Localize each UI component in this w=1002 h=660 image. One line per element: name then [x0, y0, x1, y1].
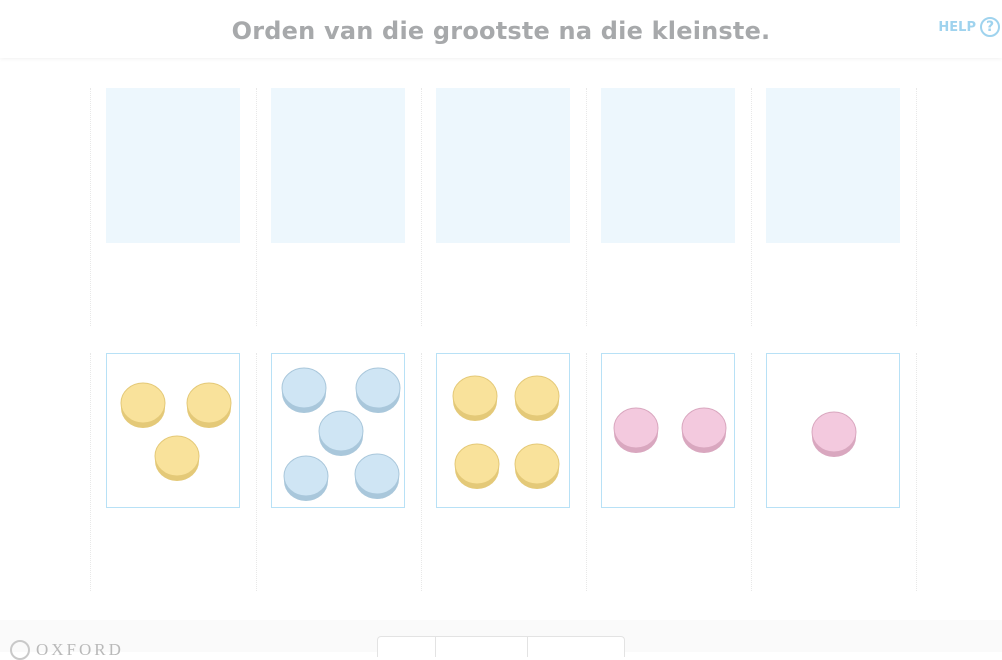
pink-counter-icon: [613, 407, 659, 453]
counters-group: [452, 375, 560, 489]
top-bar: Orden van die grootste na die kleinste. …: [0, 0, 1002, 58]
counters-group: [281, 367, 401, 501]
blue-counter-icon: [281, 367, 327, 413]
counters-group: [613, 407, 727, 453]
footer-button[interactable]: [436, 637, 528, 657]
column-divider: [751, 353, 752, 591]
counter-card-2[interactable]: [271, 353, 405, 508]
instruction-title: Orden van die grootste na die kleinste.: [231, 17, 771, 45]
blue-counter-icon: [354, 453, 400, 499]
counter-card-4[interactable]: [601, 353, 735, 508]
answer-slot-2[interactable]: [271, 88, 405, 243]
yellow-counter-icon: [514, 443, 560, 489]
column-divider: [421, 88, 422, 326]
column-divider: [586, 88, 587, 326]
column-divider: [916, 353, 917, 591]
help-button[interactable]: HELP ?: [938, 17, 1000, 37]
counter-card-5[interactable]: [766, 353, 900, 508]
help-icon: ?: [980, 17, 1000, 37]
yellow-counter-icon: [186, 382, 232, 428]
pink-counter-icon: [681, 407, 727, 453]
pink-counter-icon: [811, 411, 857, 457]
blue-counter-icon: [283, 455, 329, 501]
oxford-brand: OXFORD: [10, 640, 124, 660]
column-divider: [256, 88, 257, 326]
column-divider: [916, 88, 917, 326]
column-divider: [586, 353, 587, 591]
yellow-counter-icon: [454, 443, 500, 489]
column-divider: [421, 353, 422, 591]
yellow-counter-icon: [452, 375, 498, 421]
column-divider: [90, 353, 91, 591]
column-divider: [751, 88, 752, 326]
footer-button[interactable]: [378, 637, 436, 657]
oxford-logo-icon: [10, 640, 30, 660]
answer-slot-3[interactable]: [436, 88, 570, 243]
counter-card-1[interactable]: [106, 353, 240, 508]
footer-button[interactable]: [528, 637, 624, 657]
yellow-counter-icon: [514, 375, 560, 421]
help-label: HELP: [938, 19, 976, 35]
footer-controls: [377, 636, 625, 657]
answer-slot-5[interactable]: [766, 88, 900, 243]
brand-text: OXFORD: [36, 640, 124, 659]
counter-card-3[interactable]: [436, 353, 570, 508]
blue-counter-icon: [318, 410, 364, 456]
yellow-counter-icon: [154, 435, 200, 481]
answer-slot-4[interactable]: [601, 88, 735, 243]
blue-counter-icon: [355, 367, 401, 413]
counters-group: [120, 382, 232, 481]
counters-group: [811, 411, 857, 457]
column-divider: [256, 353, 257, 591]
column-divider: [90, 88, 91, 326]
yellow-counter-icon: [120, 382, 166, 428]
answer-slot-1[interactable]: [106, 88, 240, 243]
